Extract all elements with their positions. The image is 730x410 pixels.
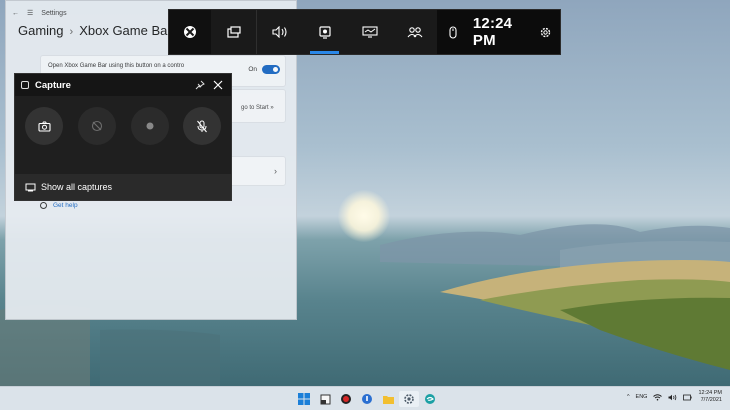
help-icon xyxy=(40,202,47,209)
start-button[interactable] xyxy=(294,391,314,407)
taskbar-app-settings[interactable] xyxy=(399,391,419,407)
show-all-captures-link[interactable]: Show all captures xyxy=(15,174,231,200)
mic-off-icon xyxy=(197,120,207,132)
mouse-icon[interactable] xyxy=(443,25,463,39)
record-last-button[interactable] xyxy=(78,107,116,145)
taskbar-apps xyxy=(294,391,441,407)
breadcrumb-current: Xbox Game Bar xyxy=(79,23,172,38)
game-bar: 12:24 PM xyxy=(168,9,561,55)
breadcrumb-chevron-icon: › xyxy=(69,26,74,38)
chevron-up-icon[interactable]: ^ xyxy=(627,394,630,400)
page-title: Gaming › Xbox Game Bar xyxy=(18,23,172,38)
folder-icon xyxy=(382,395,394,404)
settings-title: Settings xyxy=(41,9,67,17)
info-app-icon xyxy=(362,394,372,404)
toggle-state-label: On xyxy=(248,66,257,73)
xbox-icon xyxy=(184,26,196,38)
taskbar-time: 12:24 PM xyxy=(698,390,722,396)
windows-icon xyxy=(298,393,310,405)
gear-icon[interactable] xyxy=(539,26,552,39)
settings-gear-icon xyxy=(404,394,414,404)
show-all-captures-label[interactable]: Show all captures xyxy=(41,182,112,192)
taskbar-app-taskview[interactable] xyxy=(315,391,335,407)
sun-glow xyxy=(338,190,390,242)
record-last-icon xyxy=(91,120,103,132)
capture-icon xyxy=(318,25,331,39)
language-indicator[interactable]: ENG xyxy=(636,394,648,400)
start-recording-button[interactable] xyxy=(131,107,169,145)
widget-menu-button[interactable] xyxy=(211,10,256,54)
record-dot-icon xyxy=(146,122,154,130)
pin-icon[interactable] xyxy=(195,80,205,90)
taskbar-app-edge[interactable] xyxy=(420,391,440,407)
social-button[interactable] xyxy=(392,10,437,54)
chevron-right-icon: › xyxy=(274,166,277,176)
card2-text[interactable]: go to Start » xyxy=(241,105,274,111)
audio-icon xyxy=(271,26,287,38)
volume-icon[interactable] xyxy=(668,394,677,401)
gamebar-clock: 12:24 PM xyxy=(472,15,513,49)
record-app-icon xyxy=(341,394,351,404)
edge-icon xyxy=(425,394,435,404)
back-arrow-icon[interactable]: ← xyxy=(12,10,19,17)
audio-button[interactable] xyxy=(257,10,302,54)
system-tray: ^ ENG 12:24 PM 7/7/2021 xyxy=(621,390,722,404)
social-icon xyxy=(407,27,422,38)
taskbar-app-record[interactable] xyxy=(336,391,356,407)
capture-header[interactable]: Capture xyxy=(15,74,231,96)
open-gamebar-toggle[interactable] xyxy=(262,65,280,74)
taskbar-clock[interactable]: 12:24 PM 7/7/2021 xyxy=(698,390,722,404)
performance-icon xyxy=(361,26,378,38)
xbox-button[interactable] xyxy=(169,10,211,54)
get-help-label[interactable]: Get help xyxy=(53,202,78,209)
capture-button[interactable] xyxy=(302,10,347,54)
breadcrumb-parent[interactable]: Gaming xyxy=(18,23,64,38)
camera-icon xyxy=(37,121,51,132)
capture-buttons-row xyxy=(25,107,221,145)
capture-header-actions xyxy=(195,80,231,90)
screenshot-button[interactable] xyxy=(25,107,63,145)
taskbar-app-info[interactable] xyxy=(357,391,377,407)
task-view-icon xyxy=(320,394,330,404)
get-help-link[interactable]: Get help xyxy=(40,202,78,209)
capture-title-icon xyxy=(21,81,29,89)
taskbar: ^ ENG 12:24 PM 7/7/2021 xyxy=(0,386,730,410)
widget-menu-icon xyxy=(226,26,241,38)
menu-icon[interactable]: ☰ xyxy=(27,9,33,17)
open-gamebar-option-text: Open Xbox Game Bar using this button on … xyxy=(48,63,185,69)
battery-icon[interactable] xyxy=(683,394,693,401)
mic-toggle-button[interactable] xyxy=(183,107,221,145)
capture-title: Capture xyxy=(35,79,71,91)
performance-button[interactable] xyxy=(347,10,392,54)
gallery-icon xyxy=(25,183,36,192)
wifi-icon[interactable] xyxy=(653,393,663,401)
taskbar-app-explorer[interactable] xyxy=(378,391,398,407)
close-icon[interactable] xyxy=(213,80,223,90)
capture-widget: Capture Show all captures xyxy=(14,73,232,201)
taskbar-date: 7/7/2021 xyxy=(700,397,722,403)
gamebar-status-area: 12:24 PM xyxy=(437,10,560,54)
